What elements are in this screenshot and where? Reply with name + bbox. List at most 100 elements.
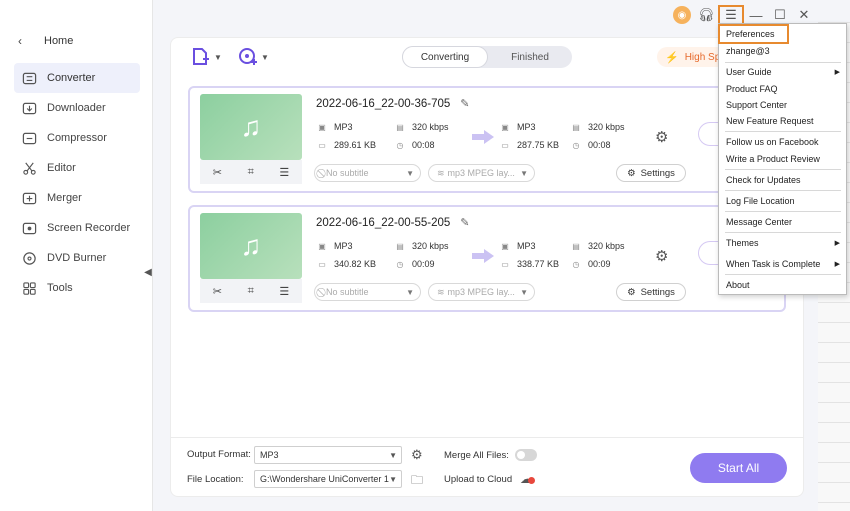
video-format-icon: ▣	[318, 241, 326, 251]
menu-item-write-review[interactable]: Write a Product Review	[719, 151, 846, 167]
output-format-select[interactable]: MP3 ▼	[254, 446, 402, 464]
audio-track-value: mp3 MPEG lay...	[447, 287, 515, 297]
chevron-left-icon: ‹	[18, 34, 22, 48]
chevron-down-icon: ▼	[406, 287, 414, 297]
settings-button[interactable]: ⚙ Settings	[616, 283, 686, 301]
dst-size: 287.75 KB	[517, 140, 560, 150]
sidebar-item-converter[interactable]: Converter	[14, 63, 140, 93]
dst-bitrate: 320 kbps	[588, 241, 625, 251]
sidebar-item-dvd-burner[interactable]: DVD Burner	[14, 243, 140, 273]
sidebar-item-label: Merger	[47, 192, 82, 204]
music-note-icon: ♫	[240, 230, 262, 261]
chevron-right-icon: ▶	[834, 261, 840, 268]
add-dvd-button[interactable]: ▼	[238, 47, 269, 67]
start-all-button[interactable]: Start All	[690, 453, 787, 483]
bitrate-icon: ▤	[396, 122, 404, 132]
settings-label: Settings	[640, 286, 675, 298]
sidebar-item-label: Screen Recorder	[47, 222, 131, 234]
crop-icon[interactable]: ⌗	[248, 166, 254, 179]
trim-scissors-icon[interactable]: ✂	[213, 166, 222, 179]
sidebar-item-merger[interactable]: Merger	[14, 183, 140, 213]
audio-thumbnail[interactable]: ♫	[200, 94, 302, 160]
home-label: Home	[44, 35, 74, 47]
menu-item-label: Themes	[726, 238, 759, 248]
edit-pencil-icon[interactable]: ✎	[460, 216, 469, 229]
open-folder-icon[interactable]: 🗀	[411, 471, 423, 492]
avatar-icon: ◉	[673, 6, 691, 24]
cloud-upload-icon[interactable]: ☁	[520, 472, 535, 486]
chevron-right-icon: ▶	[834, 69, 840, 76]
close-button[interactable]: ✕	[792, 5, 816, 25]
minimize-button[interactable]: —	[744, 5, 768, 25]
gear-icon: ⚙	[627, 167, 636, 179]
menu-divider	[725, 131, 841, 132]
audio-track-select[interactable]: ≋ mp3 MPEG lay... ▼	[428, 283, 535, 301]
upload-to-cloud-label: Upload to Cloud	[444, 474, 513, 485]
folder-icon: ▭	[318, 259, 326, 269]
sidebar-item-screen-recorder[interactable]: Screen Recorder	[14, 213, 140, 243]
menu-item-when-task-complete[interactable]: When Task is Complete ▶	[719, 256, 846, 272]
crop-icon[interactable]: ⌗	[248, 285, 254, 298]
folder-icon: ▭	[501, 259, 509, 269]
merge-all-files-toggle[interactable]	[515, 449, 537, 461]
menu-item-log-file-location[interactable]: Log File Location	[719, 193, 846, 209]
merger-icon	[20, 189, 38, 207]
trim-scissors-icon[interactable]: ✂	[213, 285, 222, 298]
tab-converting[interactable]: Converting	[402, 46, 488, 68]
sidebar-item-editor[interactable]: Editor	[14, 153, 140, 183]
minimize-icon: —	[749, 7, 763, 23]
sidebar-item-label: DVD Burner	[47, 252, 107, 264]
sidebar-item-compressor[interactable]: Compressor	[14, 123, 140, 153]
settings-label: Settings	[640, 167, 675, 179]
audio-wave-icon: ≋	[437, 286, 445, 297]
screen-recorder-icon	[20, 219, 38, 237]
menu-item-support-center[interactable]: Support Center	[719, 97, 846, 113]
thumbnail-toolbar: ✂ ⌗ ☰	[200, 279, 302, 303]
format-settings-icon[interactable]: ⚙	[411, 447, 423, 463]
output-settings-icon[interactable]: ⚙	[655, 128, 675, 148]
subtitle-select[interactable]: ⃠No subtitle▼	[314, 164, 421, 182]
video-format-icon: ▣	[318, 122, 326, 132]
effects-icon[interactable]: ☰	[279, 166, 289, 179]
settings-button[interactable]: ⚙ Settings	[616, 164, 686, 182]
file-name: 2022-06-16_22-00-55-205 ✎	[316, 216, 470, 230]
support-button[interactable]: 🎧︎	[694, 5, 718, 25]
edit-pencil-icon[interactable]: ✎	[460, 97, 469, 110]
menu-item-follow-facebook[interactable]: Follow us on Facebook	[719, 134, 846, 150]
add-files-button[interactable]: ▼	[191, 47, 222, 67]
headset-icon: 🎧︎	[697, 7, 715, 22]
close-icon: ✕	[798, 7, 810, 22]
subtitle-select[interactable]: ⃠No subtitle▼	[314, 283, 421, 301]
menu-item-preferences[interactable]: Preferences	[718, 24, 789, 44]
maximize-button[interactable]: ☐	[768, 5, 792, 25]
menu-item-new-feature-request[interactable]: New Feature Request	[719, 113, 846, 129]
sidebar-item-label: Downloader	[47, 102, 106, 114]
home-button[interactable]: ‹ Home	[18, 34, 73, 48]
audio-track-select[interactable]: ≋ mp3 MPEG lay... ▼	[428, 164, 535, 182]
file-name-text: 2022-06-16_22-00-36-705	[316, 97, 451, 110]
tab-finished[interactable]: Finished	[488, 46, 572, 68]
menu-button[interactable]: ☰	[718, 5, 744, 25]
effects-icon[interactable]: ☰	[279, 285, 289, 298]
menu-item-user-guide[interactable]: User Guide ▶	[719, 64, 846, 80]
output-settings-icon[interactable]: ⚙	[655, 247, 675, 267]
dst-format: MP3	[517, 241, 536, 251]
sidebar-item-downloader[interactable]: Downloader	[14, 93, 140, 123]
file-card: ♫ ✂ ⌗ ☰ 2022-06-16_22-00-55-205 ✎ ▣ MP3 ▤ 3…	[188, 205, 786, 312]
menu-item-message-center[interactable]: Message Center	[719, 214, 846, 230]
file-location-select[interactable]: G:\Wondershare UniConverter 1 ▼	[254, 470, 402, 488]
menu-item-themes[interactable]: Themes ▶	[719, 235, 846, 251]
lightning-icon: ⚡	[665, 51, 679, 64]
chevron-down-icon: ▼	[214, 52, 222, 62]
menu-item-check-updates[interactable]: Check for Updates	[719, 172, 846, 188]
menu-item-account[interactable]: zhange@3	[719, 43, 846, 59]
status-tabs: Converting Finished	[402, 46, 572, 68]
high-speed-conversion-toggle[interactable]: ⚡ High Sp	[657, 47, 727, 67]
sidebar-item-tools[interactable]: Tools	[14, 273, 140, 303]
account-button[interactable]: ◉	[670, 5, 694, 25]
scissors-icon	[20, 159, 38, 177]
menu-item-product-faq[interactable]: Product FAQ	[719, 81, 846, 97]
menu-item-about[interactable]: About	[719, 277, 846, 293]
chevron-right-icon: ▶	[834, 240, 840, 247]
audio-thumbnail[interactable]: ♫	[200, 213, 302, 279]
